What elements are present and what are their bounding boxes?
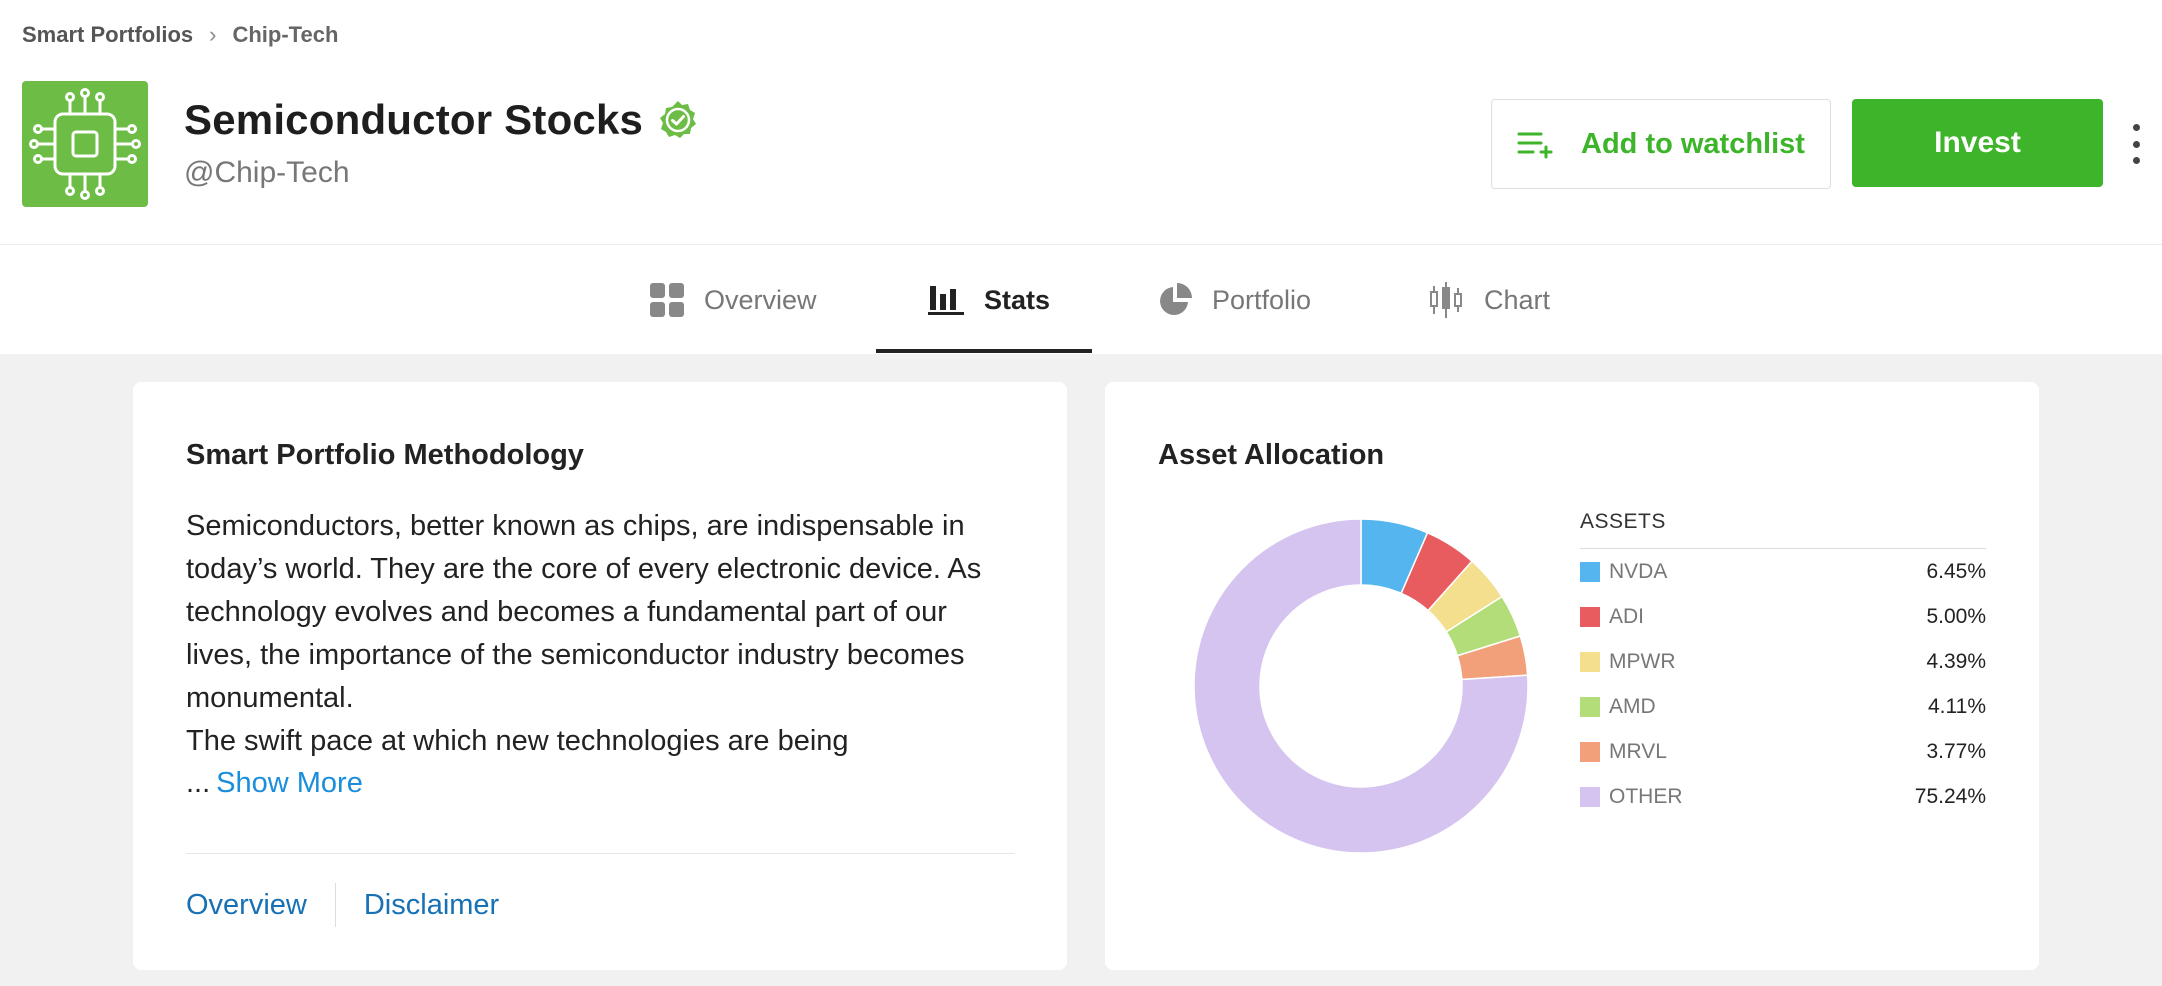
active-tab-indicator xyxy=(876,349,1092,353)
verified-badge-icon xyxy=(660,101,697,138)
legend-row-other: OTHER 75.24% xyxy=(1580,774,1986,819)
legend-value: 4.11% xyxy=(1928,694,1986,718)
tab-portfolio[interactable]: Portfolio xyxy=(1158,245,1311,355)
add-to-list-icon xyxy=(1517,132,1553,159)
methodology-title: Smart Portfolio Methodology xyxy=(186,439,584,471)
methodology-card: Smart Portfolio Methodology Semiconducto… xyxy=(133,382,1067,970)
portfolio-handle: @Chip-Tech xyxy=(184,156,350,189)
breadcrumb-current: Chip-Tech xyxy=(232,22,339,47)
show-more-line: ... Show More xyxy=(186,767,363,800)
legend-row-mpwr: MPWR 4.39% xyxy=(1580,639,1986,684)
methodology-paragraph: Semiconductors, better known as chips, a… xyxy=(186,510,982,714)
tab-chart-label: Chart xyxy=(1484,284,1551,315)
candlestick-icon xyxy=(1430,282,1462,318)
methodology-links: Overview Disclaimer xyxy=(186,882,499,928)
legend-swatch xyxy=(1580,606,1600,627)
legend-swatch xyxy=(1580,651,1600,672)
legend-label: NVDA xyxy=(1609,559,1668,583)
legend-value: 5.00% xyxy=(1926,604,1986,628)
tab-portfolio-label: Portfolio xyxy=(1212,284,1312,315)
grid-icon xyxy=(650,283,684,317)
more-options-icon[interactable] xyxy=(2126,124,2146,164)
legend-label: AMD xyxy=(1609,694,1656,718)
page-title: Semiconductor Stocks xyxy=(184,96,644,143)
legend-row-adi: ADI 5.00% xyxy=(1580,594,1986,639)
legend-value: 3.77% xyxy=(1926,739,1986,763)
breadcrumb-link-smart-portfolios[interactable]: Smart Portfolios xyxy=(22,22,193,48)
tab-bar: Overview Stats Portfolio Chart xyxy=(0,244,2162,354)
legend-swatch xyxy=(1580,786,1600,807)
tab-stats-label: Stats xyxy=(984,284,1051,315)
portfolio-logo xyxy=(22,81,148,207)
legend-swatch xyxy=(1580,561,1600,582)
disclaimer-link[interactable]: Disclaimer xyxy=(364,889,499,922)
legend-label: OTHER xyxy=(1609,784,1683,808)
show-more-link[interactable]: Show More xyxy=(216,767,363,799)
legend-value: 6.45% xyxy=(1926,559,1986,583)
legend-label: MRVL xyxy=(1609,739,1667,763)
legend-label: ADI xyxy=(1609,604,1645,628)
bar-chart-icon xyxy=(928,286,964,315)
tab-overview[interactable]: Overview xyxy=(650,245,817,355)
legend-header: ASSETS xyxy=(1580,510,1986,549)
legend-row-nvda: NVDA 6.45% xyxy=(1580,549,1986,594)
add-to-watchlist-button[interactable]: Add to watchlist xyxy=(1491,99,1831,189)
chevron-right-icon: › xyxy=(209,22,217,47)
add-to-watchlist-label: Add to watchlist xyxy=(1581,127,1805,160)
breadcrumb: Smart Portfolios › Chip-Tech xyxy=(22,22,338,48)
asset-allocation-title: Asset Allocation xyxy=(1158,439,1385,471)
legend-swatch xyxy=(1580,741,1600,762)
tab-stats[interactable]: Stats xyxy=(928,245,1050,355)
methodology-text: Semiconductors, better known as chips, a… xyxy=(186,505,1016,763)
asset-allocation-donut-chart xyxy=(1193,518,1529,854)
tab-chart[interactable]: Chart xyxy=(1428,245,1550,355)
asset-legend: ASSETS NVDA 6.45% ADI 5.00% MPWR 4.39% AMD 4.11… xyxy=(1580,510,1986,819)
overview-link[interactable]: Overview xyxy=(186,889,307,922)
legend-row-amd: AMD 4.11% xyxy=(1580,684,1986,729)
asset-allocation-card: Asset Allocation ASSETS NVDA 6.45% ADI 5.00… xyxy=(1105,382,2039,970)
ellipsis: ... xyxy=(186,767,211,799)
legend-swatch xyxy=(1580,696,1600,717)
tab-overview-label: Overview xyxy=(704,284,817,315)
chip-icon xyxy=(29,88,141,200)
invest-button[interactable]: Invest xyxy=(1852,99,2103,187)
link-separator xyxy=(334,883,336,927)
divider xyxy=(186,853,1015,854)
pie-chart-icon xyxy=(1160,283,1192,315)
legend-value: 75.24% xyxy=(1914,784,1986,808)
methodology-paragraph: The swift pace at which new technologies… xyxy=(186,725,849,757)
legend-label: MPWR xyxy=(1609,649,1676,673)
portfolio-header: Semiconductor Stocks @Chip-Tech xyxy=(184,96,699,190)
legend-row-mrvl: MRVL 3.77% xyxy=(1580,729,1986,774)
legend-value: 4.39% xyxy=(1926,649,1986,673)
